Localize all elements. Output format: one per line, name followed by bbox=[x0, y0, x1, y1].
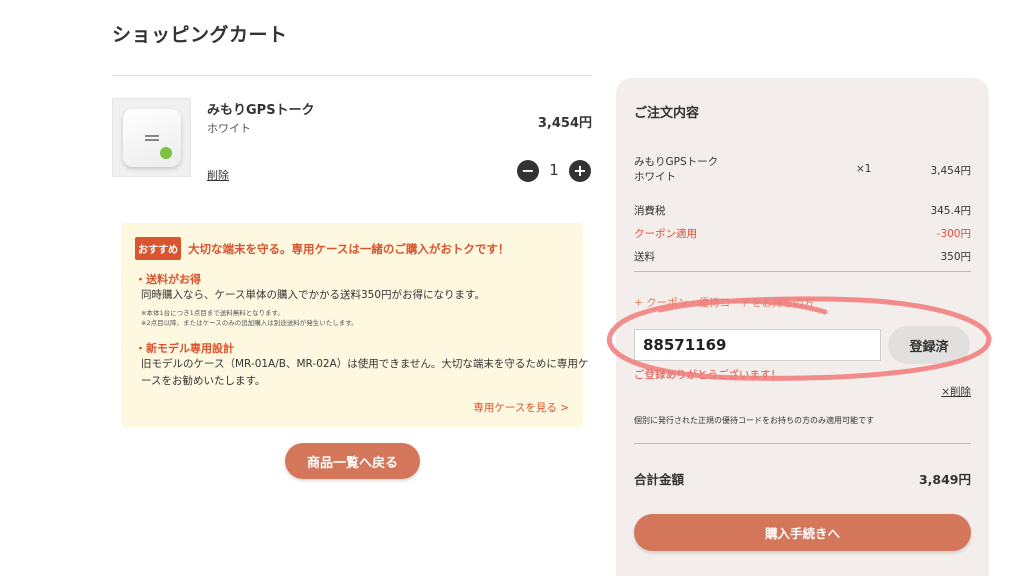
tax-value: 345.4円 bbox=[930, 205, 971, 217]
gps-device-image bbox=[123, 109, 181, 167]
page-title: ショッピングカート bbox=[112, 24, 288, 46]
product-image bbox=[112, 98, 191, 177]
coupon-note: 個別に発行された正規の優待コードをお持ちの方のみ適用可能です bbox=[634, 416, 874, 425]
checkout-button[interactable]: 購入手続きへ bbox=[634, 514, 971, 551]
delete-item-link[interactable]: 削除 bbox=[207, 167, 229, 183]
plus-icon: + bbox=[573, 161, 587, 180]
shipping-benefit-title: ・送料がお得 bbox=[135, 273, 201, 286]
summary-title: ご注文内容 bbox=[634, 106, 700, 121]
product-price: 3,454円 bbox=[537, 116, 592, 131]
quantity-increase-button[interactable]: + bbox=[569, 160, 591, 182]
summary-item-product: みもりGPSトーク bbox=[634, 156, 719, 168]
coupon-toggle-link[interactable]: + クーポン・優待コードをお持ちの方 bbox=[634, 295, 814, 310]
device-button bbox=[160, 147, 172, 159]
summary-item-variant: ホワイト bbox=[634, 171, 676, 183]
coupon-code-input[interactable]: 88571169 bbox=[634, 329, 881, 361]
product-name[interactable]: みもりGPSトーク bbox=[207, 99, 315, 118]
shipping-label: 送料 bbox=[634, 251, 655, 263]
model-design-text-2: ースをお勧めいたします。 bbox=[141, 375, 266, 387]
model-design-title: ・新モデル専用設計 bbox=[135, 342, 234, 355]
total-value: 3,849円 bbox=[918, 472, 971, 487]
summary-item-price: 3,454円 bbox=[930, 165, 971, 177]
total-label: 合計金額 bbox=[634, 472, 685, 487]
title-divider bbox=[112, 75, 592, 76]
tax-label: 消費税 bbox=[634, 205, 666, 217]
summary-divider bbox=[634, 271, 971, 272]
shipping-note-1: ※本体1台につき1点目まで送料無料となります。 bbox=[141, 309, 284, 317]
view-case-link[interactable]: 専用ケースを見る > bbox=[473, 400, 569, 415]
quantity-decrease-button[interactable]: − bbox=[517, 160, 539, 182]
quantity-value: 1 bbox=[549, 161, 559, 179]
shipping-note-2: ※2点目以降、またはケースのみの追加購入は別途送料が発生いたします。 bbox=[141, 319, 358, 327]
product-variant: ホワイト bbox=[207, 122, 251, 135]
summary-item-qty: ×1 bbox=[856, 163, 872, 175]
summary-item-name: みもりGPSトーク ホワイト bbox=[634, 155, 718, 185]
model-design-text-1: 旧モデルのケース（MR-01A/B、MR-02A）は使用できません。大切な端末を… bbox=[141, 358, 589, 370]
shipping-benefit-text: 同時購入なら、ケース単体の購入でかかる送料350円がお得になります。 bbox=[141, 289, 485, 301]
order-summary-panel: ご注文内容 みもりGPSトーク ホワイト ×1 3,454円 消費税 345.4… bbox=[616, 78, 989, 576]
coupon-applied-label: クーポン適用 bbox=[634, 228, 697, 240]
minus-icon: − bbox=[521, 161, 535, 180]
coupon-applied-value: -300円 bbox=[936, 228, 971, 240]
shipping-value: 350円 bbox=[940, 251, 971, 263]
recommend-badge: おすすめ bbox=[135, 237, 181, 260]
coupon-thanks-message: ご登録ありがとうございます！ bbox=[634, 369, 781, 381]
promo-headline: 大切な端末を守る。専用ケースは一緒のご購入がおトクです！ bbox=[188, 242, 510, 256]
recommendation-box: おすすめ 大切な端末を守る。専用ケースは一緒のご購入がおトクです！ ・送料がお得… bbox=[121, 223, 588, 427]
back-to-products-button[interactable]: 商品一覧へ戻る bbox=[285, 443, 420, 479]
coupon-registered-button[interactable]: 登録済 bbox=[888, 326, 970, 364]
coupon-remove-link[interactable]: ×削除 bbox=[941, 384, 971, 399]
total-divider bbox=[634, 443, 971, 444]
device-lines bbox=[145, 135, 159, 141]
